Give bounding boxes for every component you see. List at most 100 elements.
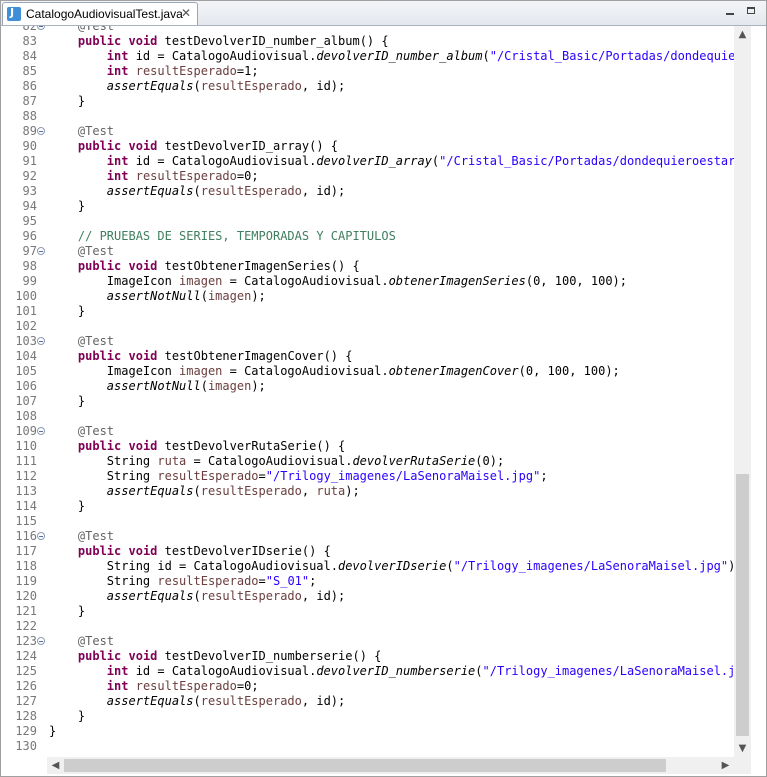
code-token: public [77,544,122,558]
fold-toggle-icon[interactable] [37,26,45,30]
code-token: =0; [236,169,259,183]
line-number: 103 [15,334,37,348]
code-token: (0); [475,454,505,468]
code-line[interactable]: 98 public void testObtenerImagenSeries()… [1,259,734,274]
code-line[interactable]: 121 } [1,604,734,619]
code-text: @Test [49,424,114,439]
code-line[interactable]: 111 String ruta = CatalogoAudiovisual.de… [1,454,734,469]
code-token: imagen [207,379,252,393]
code-token: devolverRutaSerie [352,454,476,468]
vertical-scroll-thumb[interactable] [736,474,749,736]
code-line[interactable]: 101 } [1,304,734,319]
code-line[interactable]: 85 int resultEsperado=1; [1,64,734,79]
code-line[interactable]: 82 @Test [1,26,734,34]
code-token: resultEsperado [200,694,302,708]
code-line[interactable]: 115 [1,514,734,529]
horizontal-scrollbar[interactable]: ◀ ▶ [47,757,734,774]
code-token: imagen [179,364,223,378]
code-text: String resultEsperado="S_01"; [49,574,317,589]
code-token: resultEsperado [157,469,259,483]
code-line[interactable]: 105 ImageIcon imagen = CatalogoAudiovisu… [1,364,734,379]
code-line[interactable]: 83 public void testDevolverID_number_alb… [1,34,734,49]
minimize-button[interactable] [723,5,737,19]
code-line[interactable]: 129} [1,724,734,739]
code-line[interactable]: 109 @Test [1,424,734,439]
code-line[interactable]: 99 ImageIcon imagen = CatalogoAudiovisua… [1,274,734,289]
code-line[interactable]: 104 public void testObtenerImagenCover()… [1,349,734,364]
code-line[interactable]: 127 assertEquals(resultEsperado, id); [1,694,734,709]
fold-toggle-icon[interactable] [37,247,45,255]
tab-catalogo-audiovisual-test[interactable]: CatalogoAudiovisualTest.java ✕ [2,2,198,25]
code-line[interactable]: 103 @Test [1,334,734,349]
code-line[interactable]: 100 assertNotNull(imagen); [1,289,734,304]
code-line[interactable]: 126 int resultEsperado=0; [1,679,734,694]
line-number: 127 [15,694,37,708]
scroll-left-icon[interactable]: ◀ [47,757,64,774]
scroll-up-icon[interactable]: ▲ [734,26,751,43]
code-line[interactable]: 95 [1,214,734,229]
code-line[interactable]: 87 } [1,94,734,109]
code-line[interactable]: 124 public void testDevolverID_numberser… [1,649,734,664]
code-line[interactable]: 88 [1,109,734,124]
code-line[interactable]: 102 [1,319,734,334]
code-token: , id); [301,589,346,603]
code-text: assertEquals(resultEsperado, id); [49,694,345,709]
code-line[interactable]: 130 [1,739,734,754]
code-line[interactable]: 123 @Test [1,634,734,649]
code-token: String [49,574,158,588]
fold-toggle-icon[interactable] [37,337,45,345]
code-line[interactable]: 128 } [1,709,734,724]
fold-toggle-icon[interactable] [37,427,45,435]
java-file-icon [7,6,21,21]
code-line[interactable]: 113 assertEquals(resultEsperado, ruta); [1,484,734,499]
code-line[interactable]: 118 String id = CatalogoAudiovisual.devo… [1,559,734,574]
code-line[interactable]: 125 int id = CatalogoAudiovisual.devolve… [1,664,734,679]
code-line[interactable]: 117 public void testDevolverIDserie() { [1,544,734,559]
code-line[interactable]: 110 public void testDevolverRutaSerie() … [1,439,734,454]
code-line[interactable]: 119 String resultEsperado="S_01"; [1,574,734,589]
code-line[interactable]: 86 assertEquals(resultEsperado, id); [1,79,734,94]
fold-toggle-icon[interactable] [37,637,45,645]
code-line[interactable]: 97 @Test [1,244,734,259]
code-line[interactable]: 90 public void testDevolverID_array() { [1,139,734,154]
code-token: ( [482,49,490,63]
code-token: "/Cristal_Basic/Portadas/dondequieroe [489,49,734,63]
code-line[interactable]: 122 [1,619,734,634]
code-line[interactable]: 106 assertNotNull(imagen); [1,379,734,394]
code-line[interactable]: 91 int id = CatalogoAudiovisual.devolver… [1,154,734,169]
code-text: public void testDevolverIDserie() { [49,544,331,559]
maximize-button[interactable] [744,5,758,19]
close-icon[interactable]: ✕ [181,6,191,20]
code-line[interactable]: 112 String resultEsperado="/Trilogy_imag… [1,469,734,484]
code-line[interactable]: 96 // PRUEBAS DE SERIES, TEMPORADAS Y CA… [1,229,734,244]
code-line[interactable]: 120 assertEquals(resultEsperado, id); [1,589,734,604]
vertical-scrollbar[interactable]: ▲ ▼ [734,26,751,757]
maximize-icon [747,7,755,14]
code-line[interactable]: 114 } [1,499,734,514]
code-editor[interactable]: 82 @Test 83 public void testDevolverID_nu… [1,26,734,757]
fold-toggle-icon[interactable] [37,532,45,540]
scroll-down-icon[interactable]: ▼ [734,740,751,757]
code-line[interactable]: 89 @Test [1,124,734,139]
scroll-right-icon[interactable]: ▶ [717,757,734,774]
code-line[interactable]: 93 assertEquals(resultEsperado, id); [1,184,734,199]
code-line[interactable]: 84 int id = CatalogoAudiovisual.devolver… [1,49,734,64]
code-line[interactable]: 116 @Test [1,529,734,544]
fold-toggle-icon[interactable] [37,127,45,135]
code-text: @Test [49,634,114,649]
code-line[interactable]: 94 } [1,199,734,214]
code-line[interactable]: 108 [1,409,734,424]
code-line[interactable]: 92 int resultEsperado=0; [1,169,734,184]
code-line[interactable]: 107 } [1,394,734,409]
code-token: public [77,34,122,48]
code-text: } [49,94,85,109]
horizontal-scroll-thumb[interactable] [64,759,666,772]
